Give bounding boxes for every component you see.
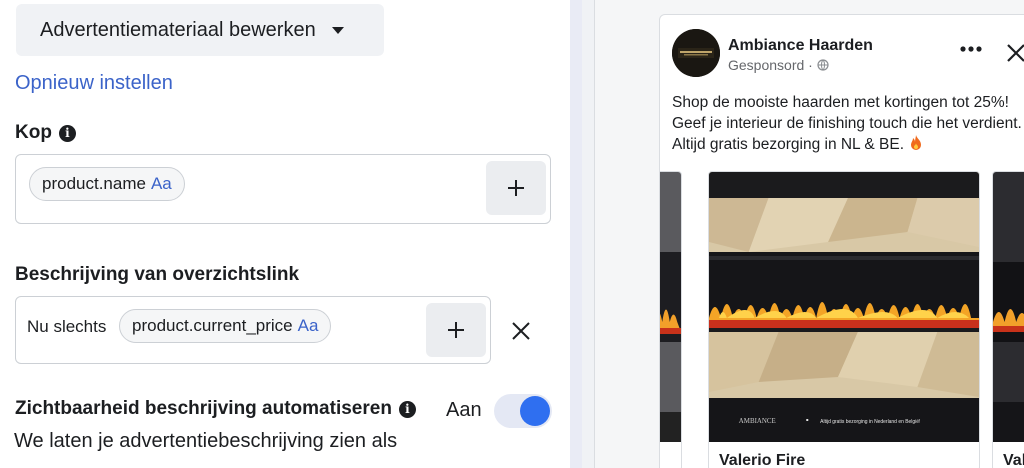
card-title: Val	[1003, 452, 1024, 468]
headline-field[interactable]: product.name Aa	[15, 154, 551, 224]
automate-toggle[interactable]	[494, 394, 552, 428]
ad-editor-panel: Advertentiemateriaal bewerken Opnieuw in…	[0, 0, 570, 468]
description-token-text: product.current_price	[132, 316, 293, 335]
product-image	[660, 172, 681, 442]
edit-creative-label: Advertentiemateriaal bewerken	[40, 18, 316, 41]
description-field[interactable]: Nu slechts product.current_price Aa	[15, 296, 491, 364]
card-title: Valerio Fire	[719, 452, 806, 468]
panel-divider	[570, 0, 582, 468]
post-text-body: Shop de mooiste haarden met kortingen to…	[672, 94, 1022, 153]
remove-description-close-icon[interactable]	[509, 319, 533, 343]
banner-brand-text: AMBIANCE	[739, 417, 776, 425]
toggle-state-text: Aan	[446, 399, 482, 421]
feed-post: Ambiance Haarden Gesponsord · Shop de mo…	[659, 14, 1024, 468]
plus-icon	[448, 322, 464, 338]
product-image: AMBIANCE Altijd gratis bezorging in Nede…	[709, 172, 979, 442]
headline-token-suffix: Aa	[150, 174, 172, 193]
add-headline-field-button[interactable]	[486, 161, 546, 215]
more-options-icon[interactable]	[960, 45, 982, 53]
fire-emoji-icon	[911, 135, 922, 150]
automate-label: Zichtbaarheid beschrijving automatiseren	[15, 398, 392, 419]
globe-icon	[817, 59, 829, 71]
info-icon[interactable]: i	[398, 400, 416, 418]
banner-text: Altijd gratis bezorging in Nederland en …	[820, 419, 920, 425]
description-prefix: Nu slechts	[27, 317, 107, 336]
headline-label: Kop	[15, 122, 52, 143]
description-label-row: Beschrijving van overzichtslink	[15, 264, 299, 286]
headline-token-text: product.name	[42, 174, 146, 193]
automate-label-row: Zichtbaarheid beschrijving automatiseren…	[15, 398, 416, 420]
close-icon[interactable]	[1006, 43, 1024, 63]
toggle-knob	[520, 396, 550, 426]
brand-logo-icon	[672, 29, 720, 77]
automate-helper-text: We laten je advertentiebeschrijving zien…	[14, 430, 398, 452]
caret-down-icon	[331, 26, 344, 34]
info-icon[interactable]: i	[58, 124, 76, 142]
headline-label-row: Kop i	[15, 122, 76, 144]
product-image	[993, 172, 1024, 442]
ad-preview-panel: Ambiance Haarden Gesponsord · Shop de mo…	[582, 0, 1024, 468]
preview-frame: Ambiance Haarden Gesponsord · Shop de mo…	[594, 0, 1024, 468]
carousel-card[interactable]	[660, 171, 682, 468]
description-label: Beschrijving van overzichtslink	[15, 264, 300, 285]
post-text: Shop de mooiste haarden met kortingen to…	[672, 93, 1024, 156]
carousel-card[interactable]: AMBIANCE Altijd gratis bezorging in Nede…	[708, 171, 980, 468]
add-description-field-button[interactable]	[426, 303, 486, 357]
headline-token[interactable]: product.name Aa	[29, 167, 185, 201]
sponsored-label: Gesponsord ·	[728, 57, 829, 73]
description-token-suffix: Aa	[297, 316, 319, 335]
edit-creative-dropdown-button[interactable]: Advertentiemateriaal bewerken	[16, 4, 384, 56]
page-name[interactable]: Ambiance Haarden	[728, 37, 873, 55]
page-avatar[interactable]	[672, 29, 720, 77]
reset-link[interactable]: Opnieuw instellen	[15, 72, 173, 95]
plus-icon	[508, 180, 524, 196]
sponsored-text: Gesponsord ·	[728, 57, 813, 73]
carousel-card[interactable]: Val	[992, 171, 1024, 468]
description-token[interactable]: product.current_price Aa	[119, 309, 332, 343]
